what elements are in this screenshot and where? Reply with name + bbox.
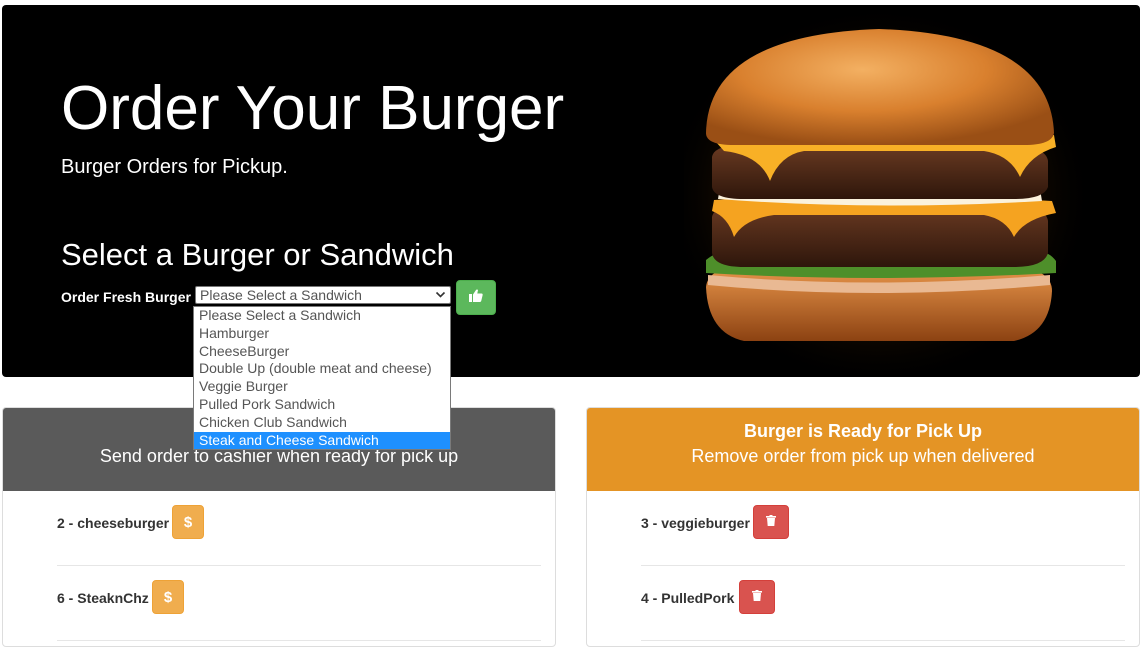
option-steak-and-cheese[interactable]: Steak and Cheese Sandwich (194, 431, 450, 450)
trash-icon (766, 513, 776, 531)
option-veggie-burger[interactable]: Veggie Burger (194, 378, 450, 396)
order-submit-button[interactable] (456, 280, 496, 315)
option-pulled-pork[interactable]: Pulled Pork Sandwich (194, 396, 450, 414)
option-hamburger[interactable]: Hamburger (194, 325, 450, 343)
order-label: Order Fresh Burger (61, 289, 191, 305)
option-double-up[interactable]: Double Up (double meat and cheese) (194, 360, 450, 378)
hero-jumbotron: Order Your Burger Burger Orders for Pick… (2, 5, 1140, 377)
send-to-cashier-button[interactable]: $ (152, 580, 184, 614)
list-item: 4 - PulledPork (641, 566, 1125, 641)
list-item: 3 - veggieburger (641, 491, 1125, 566)
chevron-down-icon (435, 287, 446, 308)
section-title: Select a Burger or Sandwich (61, 237, 454, 272)
list-item: 2 - cheeseburger $ (57, 491, 541, 566)
option-please-select[interactable]: Please Select a Sandwich (194, 307, 450, 325)
option-cheeseburger[interactable]: CheeseBurger (194, 343, 450, 361)
remove-order-button[interactable] (739, 580, 775, 614)
trash-icon (752, 588, 762, 606)
order-label: 2 - cheeseburger (57, 515, 170, 531)
sandwich-options-list[interactable]: Please Select a Sandwich Hamburger Chees… (193, 306, 451, 451)
remove-order-button[interactable] (753, 505, 789, 539)
ready-panel-title: Burger is Ready for Pick Up (743, 421, 983, 441)
dollar-icon: $ (183, 513, 193, 531)
list-item: 6 - SteaknChz $ (57, 566, 541, 641)
ready-panel-header: Burger is Ready for Pick Up Remove order… (587, 408, 1139, 491)
ready-orders-panel: Burger is Ready for Pick Up Remove order… (586, 407, 1140, 647)
order-label: 6 - SteaknChz (57, 590, 149, 606)
send-to-cashier-button[interactable]: $ (172, 505, 204, 539)
sandwich-select[interactable]: Please Select a Sandwich (195, 286, 451, 304)
dollar-icon: $ (163, 588, 173, 606)
thumbs-up-icon (469, 289, 483, 307)
sandwich-select-value: Please Select a Sandwich (200, 287, 362, 303)
order-label: 4 - PulledPork (641, 590, 735, 606)
option-chicken-club[interactable]: Chicken Club Sandwich (194, 414, 450, 432)
burger-image (684, 5, 1094, 377)
page-title: Order Your Burger (61, 74, 565, 143)
ready-panel-subtitle: Remove order from pick up when delivered (691, 446, 1035, 466)
page-subtitle: Burger Orders for Pickup. (61, 156, 288, 178)
order-label: 3 - veggieburger (641, 515, 750, 531)
